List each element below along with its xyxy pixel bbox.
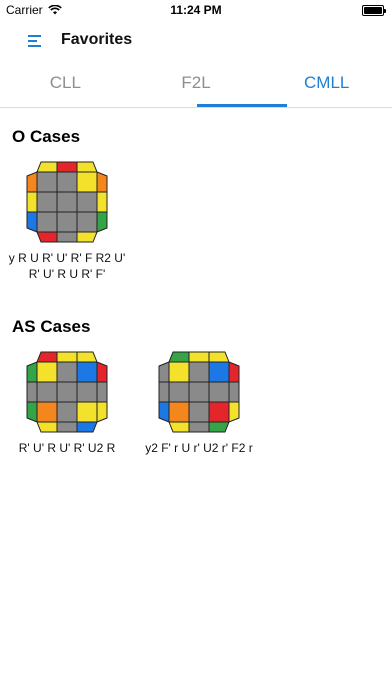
sticker (26, 381, 38, 403)
case-card[interactable]: y R U R' U' R' F R2 U' R' U' R U R' F' (2, 158, 132, 282)
sticker (76, 421, 98, 433)
case-card[interactable]: y2 F' r U r' U2 r' F2 r (134, 348, 264, 456)
sticker (56, 381, 78, 403)
sticker (168, 401, 190, 423)
sticker (56, 211, 78, 233)
sticker (56, 401, 78, 423)
sticker (228, 401, 240, 423)
sticker (76, 381, 98, 403)
sticker (188, 381, 210, 403)
sticker (76, 161, 98, 173)
tab-cmll[interactable]: CMLL (261, 64, 392, 107)
sticker (208, 361, 230, 383)
sticker (36, 171, 58, 193)
sticker (76, 351, 98, 363)
sticker (36, 351, 58, 363)
sticker (168, 421, 190, 433)
sticker (36, 191, 58, 213)
sticker (76, 171, 98, 193)
sticker (36, 421, 58, 433)
sticker (208, 351, 230, 363)
page-title: Favorites (61, 31, 133, 48)
cube-diagram (26, 161, 108, 243)
sticker (56, 171, 78, 193)
sticker (56, 421, 78, 433)
sticker (76, 231, 98, 243)
case-card[interactable]: R' U' R U' R' U2 R (2, 348, 132, 456)
sticker (158, 401, 170, 423)
sticker (26, 401, 38, 423)
sticker (36, 401, 58, 423)
battery-icon (362, 5, 386, 16)
sticker (36, 161, 58, 173)
section-title-as-cases: AS Cases (12, 317, 91, 336)
cube-diagram (26, 351, 108, 433)
sticker (96, 211, 108, 233)
sticker (188, 351, 210, 363)
sticker (188, 421, 210, 433)
sticker (96, 381, 108, 403)
sticker (26, 361, 38, 383)
case-algorithm: R' U' R U' R' U2 R (18, 441, 116, 455)
sticker (228, 361, 240, 383)
sticker (76, 401, 98, 423)
tab-bar: CLL F2L CMLL (0, 64, 392, 108)
sticker (56, 191, 78, 213)
sticker (26, 211, 38, 233)
menu-icon[interactable] (28, 34, 44, 48)
sticker (158, 381, 170, 403)
sticker (26, 191, 38, 213)
sticker (168, 361, 190, 383)
sticker (36, 231, 58, 243)
status-time: 11:24 PM (170, 3, 222, 17)
sticker (168, 351, 190, 363)
sticker (96, 191, 108, 213)
tab-f2l[interactable]: F2L (131, 64, 262, 107)
sticker (56, 351, 78, 363)
sticker (56, 361, 78, 383)
sticker (158, 361, 170, 383)
section-title-o-cases: O Cases (12, 127, 81, 146)
sticker (208, 401, 230, 423)
sticker (56, 161, 78, 173)
sticker (168, 381, 190, 403)
sticker (228, 381, 240, 403)
sticker (26, 171, 38, 193)
sticker (36, 361, 58, 383)
sticker (208, 421, 230, 433)
nav-bar: Favorites (0, 20, 392, 64)
sticker (36, 211, 58, 233)
sticker (96, 361, 108, 383)
tab-indicator (197, 104, 287, 107)
sticker (96, 171, 108, 193)
sticker (208, 381, 230, 403)
sticker (188, 361, 210, 383)
sticker (76, 361, 98, 383)
case-algorithm: y2 F' r U r' U2 r' F2 r (145, 441, 253, 455)
case-algorithm: y R U R' U' R' F R2 U' R' U' R U R' F' (8, 251, 126, 281)
cube-diagram (158, 351, 240, 433)
sticker (36, 381, 58, 403)
sticker (76, 211, 98, 233)
sticker (96, 401, 108, 423)
sticker (56, 231, 78, 243)
sticker (76, 191, 98, 213)
tab-cll[interactable]: CLL (0, 64, 131, 107)
status-bar: Carrier 11:24 PM (0, 0, 392, 20)
sticker (188, 401, 210, 423)
